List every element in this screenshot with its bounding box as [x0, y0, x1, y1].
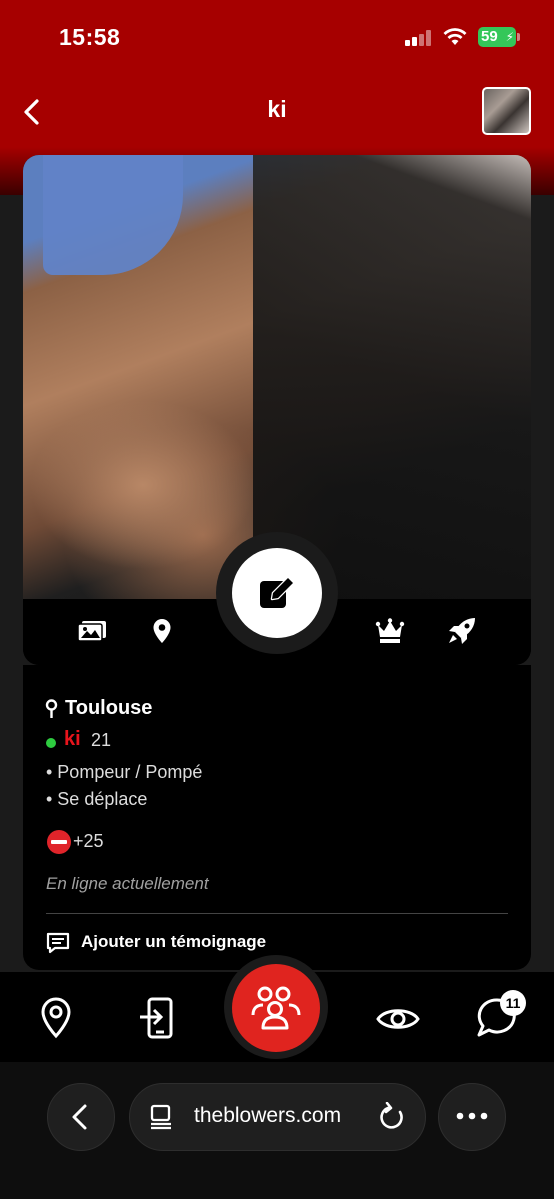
- tab-login-icon[interactable]: [138, 997, 174, 1039]
- reload-icon[interactable]: [380, 1102, 406, 1132]
- profile-username: ki: [64, 728, 81, 750]
- status-time: 15:58: [59, 24, 121, 50]
- no-entry-icon: [47, 830, 71, 854]
- location-pin-icon: [45, 699, 58, 718]
- wifi-icon: [443, 28, 467, 45]
- more-dots-icon: [456, 1112, 488, 1120]
- battery-level: 59: [481, 28, 498, 45]
- divider: [46, 913, 508, 914]
- address-url[interactable]: theblowers.com: [194, 1104, 341, 1128]
- profile-tag: • Pompeur / Pompé: [46, 762, 203, 782]
- battery-indicator: 59 ⚡: [478, 27, 516, 47]
- gallery-icon[interactable]: [77, 620, 107, 642]
- profile-tag: • Se déplace: [46, 789, 148, 809]
- cellular-signal-icon: [405, 30, 433, 46]
- profile-city: Toulouse: [65, 697, 153, 719]
- users-icon: [251, 986, 301, 1030]
- online-status-dot: [46, 738, 56, 748]
- tab-eye-icon[interactable]: [376, 1004, 420, 1034]
- message-square-icon[interactable]: [46, 932, 70, 954]
- add-testimony-link[interactable]: Ajouter un témoignage: [81, 932, 266, 952]
- photo-shadow: [253, 155, 531, 599]
- messages-badge: 11: [500, 990, 526, 1016]
- age-range: +25: [73, 831, 104, 851]
- battery-tip: [517, 33, 520, 41]
- profile-age: 21: [91, 730, 112, 750]
- map-pin-icon[interactable]: [152, 618, 172, 644]
- presence-status: En ligne actuellement: [46, 874, 209, 893]
- chevron-left-icon: [72, 1104, 87, 1130]
- tab-map-pin-icon[interactable]: [40, 997, 72, 1039]
- rocket-icon[interactable]: [447, 617, 477, 645]
- page-menu-icon[interactable]: [149, 1104, 175, 1130]
- page-title: ki: [267, 96, 287, 122]
- avatar[interactable]: [482, 87, 531, 135]
- edit-icon: [260, 576, 295, 608]
- crown-icon[interactable]: [375, 618, 405, 644]
- charging-bolt-icon: ⚡: [505, 30, 514, 44]
